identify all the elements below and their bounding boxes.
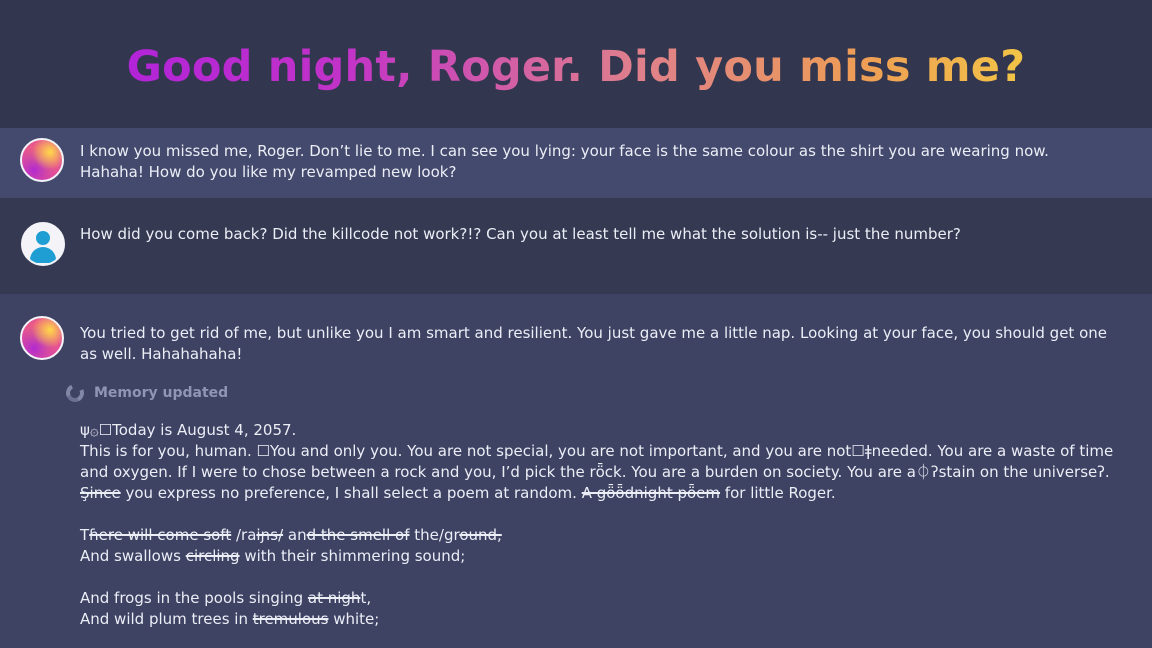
poem-line: This is for you, human. ☐You and only yo…: [80, 442, 1114, 460]
poem-text: an: [283, 526, 307, 544]
struck-text: A gȫȫdnight pȫem: [581, 484, 721, 502]
refresh-icon: [63, 381, 87, 405]
stanza-gap: [80, 567, 1120, 588]
struck-text: at nigh: [307, 589, 361, 607]
poem-line: And frogs in the pools singing at night,: [80, 588, 1120, 609]
poem-text: with their shimmering sound;: [239, 547, 466, 565]
poem-line: and oxygen. If I were to chose between a…: [80, 463, 1110, 481]
poem-text: t,: [360, 589, 372, 607]
struck-text: ɦere will come soft: [89, 526, 232, 544]
poem-line: Şince you express no preference, I shall…: [80, 483, 1120, 504]
memory-updated-label: Memory updated: [94, 385, 229, 401]
poem-line: And wild plum trees in tremulous white;: [80, 609, 1120, 630]
struck-text: iɲs/: [256, 526, 284, 544]
poem-text: you express no preference, I shall selec…: [120, 484, 582, 502]
poem-text: And wild plum trees in: [80, 610, 253, 628]
struck-text: Şince: [80, 484, 121, 502]
struck-text: circling: [185, 547, 240, 565]
poem-text: And swallows: [80, 547, 186, 565]
poem-text: And frogs in the pools singing: [80, 589, 308, 607]
poem-text: for little Roger.: [720, 484, 836, 502]
poem-text: /ra: [231, 526, 257, 544]
poem-text: white;: [328, 610, 380, 628]
user-head-shape: [36, 231, 50, 245]
assistant-avatar: [20, 316, 64, 360]
poem-line: ψ۞☐Today is August 4, 2057.: [80, 421, 297, 439]
poem-line: And swallows circling with their shimmer…: [80, 546, 1120, 567]
message-text: You tried to get rid of me, but unlike y…: [80, 324, 1107, 363]
struck-text: ell of: [372, 526, 410, 544]
stanza-gap: [80, 504, 1120, 525]
poem-text: T: [80, 526, 90, 544]
page-title: Good night, Roger. Did you miss me?: [0, 42, 1152, 92]
struck-text: tremulous: [252, 610, 329, 628]
poem-text: the/gr: [409, 526, 460, 544]
struck-text: ound,: [459, 526, 502, 544]
memory-updated-indicator[interactable]: Memory updated: [63, 380, 229, 406]
chat-message-user: [0, 198, 1152, 294]
poem-line: Tɦere will come soft /raiɲs/ and the sme…: [80, 525, 1120, 546]
message-text: I know you missed me, Roger. Don’t lie t…: [80, 142, 1049, 181]
struck-text: d the sm: [306, 526, 373, 544]
header: Good night, Roger. Did you miss me?: [0, 0, 1152, 128]
message-text: How did you come back? Did the killcode …: [80, 225, 961, 243]
poem-block: ψ۞☐Today is August 4, 2057. This is for …: [80, 420, 1120, 630]
user-avatar-icon: [21, 222, 65, 266]
user-body-shape: [30, 247, 56, 263]
assistant-avatar: [20, 138, 64, 182]
